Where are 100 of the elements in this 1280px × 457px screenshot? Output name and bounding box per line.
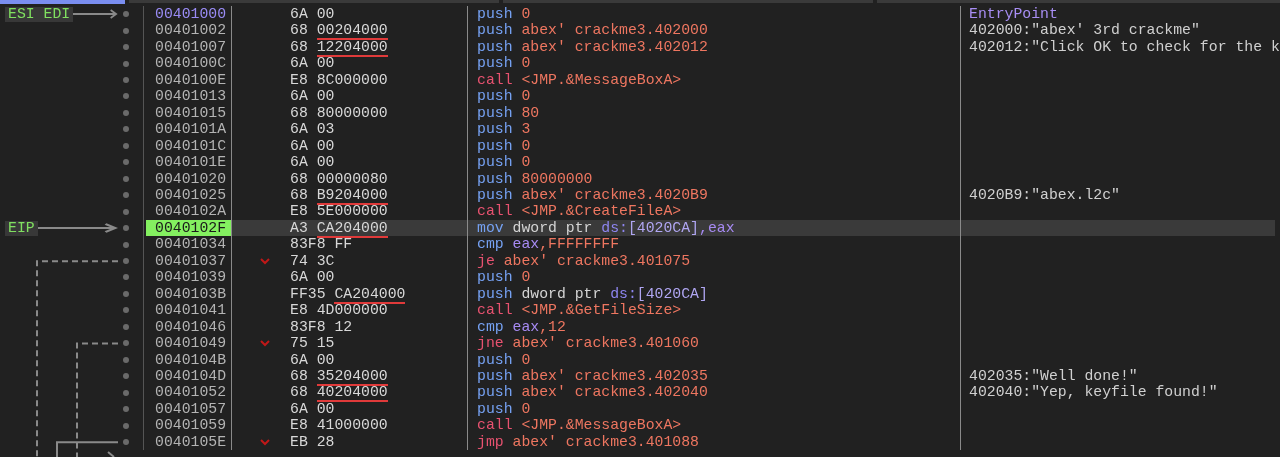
opcode-bytes: 68 [290,187,308,203]
arrow-icon [73,9,118,20]
instruction-text: push 80000000 [477,170,593,187]
operand-bytes: 00 [316,6,335,22]
comment: 402000:"abex' 3rd crackme" [969,22,1200,39]
breakpoint-dot-icon[interactable] [123,44,129,51]
breakpoint-dot-icon[interactable] [123,439,129,445]
instruction-text: push abex' crackme3.402000 [477,22,708,39]
register-label: EIP [5,220,38,236]
opcode-bytes: E8 [290,417,308,434]
address: 0040101C [154,137,228,155]
address: 00401015 [154,104,228,122]
address: 00401046 [154,318,228,336]
breakpoint-dot-icon[interactable] [123,340,129,347]
instruction-text: cmp eax,FFFFFFFF [477,236,620,253]
address: 00401002 [154,22,228,39]
operand-bytes: 00204000 [316,22,388,41]
comment: EntryPoint [969,6,1058,22]
breakpoint-dot-icon[interactable] [123,307,129,314]
address: 0040104B [154,351,228,368]
breakpoint-dot-icon[interactable] [123,77,129,84]
opcode-bytes: 6A [290,269,308,286]
address: 00401049 [154,335,228,352]
opcode-bytes: 74 [290,252,308,269]
operand-bytes: 3C [316,252,335,269]
operand-bytes: 00000080 [316,170,388,187]
breakpoint-dot-icon[interactable] [123,225,129,232]
operand-bytes: 5E000000 [316,203,388,220]
opcode-bytes: 68 [290,104,308,121]
breakpoint-dot-icon[interactable] [123,60,129,67]
operand-bytes: 15 [316,335,335,352]
instruction-text: call <JMP.&MessageBoxA> [477,417,682,434]
breakpoint-dot-icon[interactable] [123,159,129,166]
breakpoint-dot-icon[interactable] [123,142,129,149]
instruction-text: push 3 [477,121,531,138]
address: 00401034 [154,236,228,253]
address: 00401037 [154,252,228,270]
comment: 4020B9:"abex.l2c" [969,187,1120,203]
address: 0040102A [154,203,228,220]
address: 00401025 [154,187,228,204]
instruction-text: push abex' crackme3.4020B9 [477,187,708,203]
instruction-text: cmp eax,12 [477,318,566,335]
address: 0040105E [154,433,228,451]
breakpoint-dot-icon[interactable] [123,323,129,330]
breakpoint-dot-icon[interactable] [123,406,129,413]
instruction-text: je abex' crackme3.401075 [477,252,691,269]
operand-bytes: 8C000000 [316,71,388,88]
breakpoint-dot-icon[interactable] [123,93,129,100]
instruction-text: push 80 [477,104,540,121]
breakpoint-dot-icon[interactable] [123,109,129,116]
breakpoint-dot-icon[interactable] [123,373,129,380]
address: 00401059 [154,417,228,434]
comment: 402012:"Click OK to check for the k [969,38,1280,55]
opcode-bytes: 6A [290,55,308,72]
breakpoint-dot-icon[interactable] [123,126,129,133]
breakpoint-dot-icon[interactable] [123,175,129,182]
operand-bytes: FF [334,236,353,253]
instruction-text: push 0 [477,154,531,171]
breakpoint-dot-icon[interactable] [123,274,129,281]
breakpoint-dot-icon[interactable] [123,258,129,264]
opcode-bytes: 6A [290,121,308,138]
operand-bytes: 00 [316,269,335,286]
address: 00401039 [154,269,228,286]
breakpoint-dot-icon[interactable] [123,192,129,199]
breakpoint-dot-icon[interactable] [123,27,129,34]
operand-bytes: 40204000 [316,384,388,403]
opcode-bytes: E8 [290,203,308,220]
breakpoint-dot-icon[interactable] [123,290,129,297]
operand-bytes: 00 [316,400,335,417]
instruction-text: push 0 [477,6,531,22]
address: 0040101A [154,121,228,138]
breakpoint-dot-icon[interactable] [123,208,129,215]
opcode-bytes: 6A [290,351,308,368]
instruction-text: mov dword ptr ds:[4020CA],eax [477,219,735,236]
instruction-text: push 0 [477,269,531,286]
opcode-bytes: FF35 [290,285,326,302]
instruction-text: call <JMP.&GetFileSize> [477,302,682,319]
operand-bytes: 80000000 [316,104,388,121]
instruction-text: push 0 [477,400,531,417]
address: 0040100E [154,71,228,89]
breakpoint-dot-icon[interactable] [123,422,129,429]
opcode-bytes: 75 [290,335,308,352]
operand-bytes: 00 [316,55,335,72]
opcode-bytes: 6A [290,154,308,171]
operand-bytes: CA204000 [316,219,388,238]
breakpoint-dot-icon[interactable] [123,356,129,363]
instruction-text: push dword ptr ds:[4020CA] [477,285,708,302]
address: 00401000 [154,6,228,23]
breakpoint-dot-icon[interactable] [123,241,129,248]
operand-bytes: B9204000 [316,187,388,205]
operand-bytes: CA204000 [334,285,406,304]
address: 00401013 [154,88,228,105]
instruction-text: push 0 [477,137,531,154]
operand-bytes: 03 [316,121,335,138]
breakpoint-dot-icon[interactable] [123,389,129,396]
address: 0040103B [154,285,228,303]
comment: 402035:"Well done!" [969,367,1138,384]
instruction-text: jmp abex' crackme3.401088 [477,433,699,450]
breakpoint-dot-icon[interactable] [123,11,129,18]
operand-bytes: 00 [316,137,335,154]
